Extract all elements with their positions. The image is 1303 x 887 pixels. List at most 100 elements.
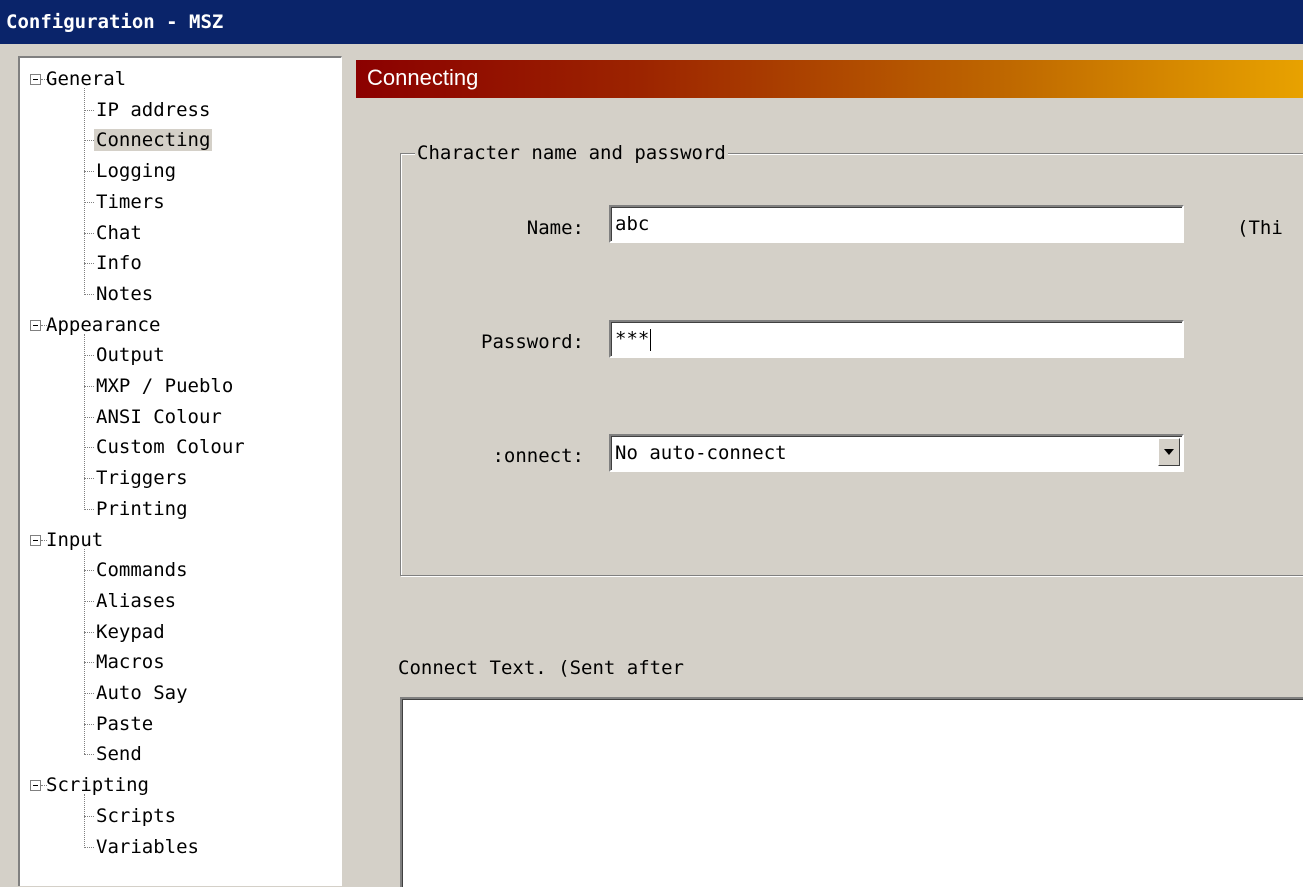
tree-item-label: Macros	[96, 651, 165, 674]
tree-collapse-icon[interactable]	[30, 534, 41, 546]
tree-connector	[84, 232, 94, 234]
tree-connector	[84, 88, 85, 294]
tree-connector	[84, 263, 94, 265]
connect-label: :onnect:	[492, 445, 584, 467]
tree-item-label: ANSI Colour	[96, 405, 222, 428]
text-caret	[650, 328, 652, 351]
tree-group-label: Scripting	[46, 774, 149, 797]
tree-item-ip-address[interactable]: IP address	[94, 97, 212, 123]
tree-group-general[interactable]: General	[44, 66, 128, 92]
panel-header: Connecting	[356, 60, 1303, 98]
tree-group-label: Appearance	[46, 313, 161, 336]
tree-item-label: Paste	[96, 712, 154, 735]
tree-item-chat[interactable]: Chat	[94, 220, 144, 246]
tree-collapse-icon[interactable]	[30, 780, 41, 792]
tree-item-commands[interactable]: Commands	[94, 557, 190, 583]
tree-connector	[84, 293, 94, 295]
name-label: Name:	[526, 217, 584, 239]
name-note: (Thi	[1237, 217, 1283, 239]
tree-connector	[84, 140, 94, 142]
tree-item-label: Send	[96, 743, 142, 766]
tree-item-label: Aliases	[96, 589, 177, 612]
tree-connector	[84, 201, 94, 203]
tree-connector	[84, 794, 85, 846]
tree-item-label: Timers	[96, 190, 165, 213]
password-label: Password:	[481, 331, 584, 353]
tree-connector	[84, 846, 94, 848]
tree-collapse-icon[interactable]	[30, 319, 41, 331]
tree-group-input[interactable]: Input	[44, 527, 105, 553]
tree-item-send[interactable]: Send	[94, 741, 144, 767]
connect-dropdown[interactable]: No auto-connect	[609, 434, 1184, 472]
tree-item-mxp-pueblo[interactable]: MXP / Pueblo	[94, 373, 235, 399]
tree-group-label: General	[46, 68, 127, 90]
tree-connector	[84, 693, 94, 694]
tree-connector	[84, 508, 94, 510]
tree-item-label: Auto Say	[96, 682, 188, 704]
tree-item-connecting[interactable]: Connecting	[94, 127, 213, 153]
tree-item-auto-say[interactable]: Auto Say	[94, 680, 190, 706]
tree-item-scripts[interactable]: Scripts	[94, 803, 178, 829]
tree-item-label: Triggers	[96, 467, 188, 490]
tree-group-scripting[interactable]: Scripting	[44, 772, 151, 798]
tree-item-triggers[interactable]: Triggers	[94, 465, 190, 491]
password-input[interactable]: ***	[609, 320, 1184, 358]
tree-item-notes[interactable]: Notes	[94, 281, 155, 307]
name-input[interactable]: abc	[609, 205, 1184, 243]
tree-group-label: Input	[46, 528, 104, 551]
tree-item-variables[interactable]: Variables	[94, 834, 201, 860]
tree-connector	[84, 355, 94, 357]
tree-item-ansi-colour[interactable]: ANSI Colour	[94, 404, 224, 430]
tree-item-label: Scripts	[96, 804, 177, 827]
tree-item-timers[interactable]: Timers	[94, 189, 167, 215]
tree-connector	[84, 478, 94, 480]
tree-item-label: Commands	[96, 559, 188, 582]
tree-item-label: IP address	[96, 98, 211, 121]
tree-item-aliases[interactable]: Aliases	[94, 588, 178, 614]
name-input-value: abc	[615, 213, 650, 235]
tree-item-label: Connecting	[94, 129, 213, 152]
tree-item-output[interactable]: Output	[94, 342, 167, 368]
tree-connector	[84, 548, 85, 754]
tree-item-label: Custom Colour	[96, 436, 245, 459]
tree-group-appearance[interactable]: Appearance	[44, 312, 162, 338]
configuration-window: Configuration - MSZ General IP address Con…	[0, 0, 1303, 887]
tree-connector	[84, 815, 94, 817]
tree-connector	[84, 662, 94, 664]
groupbox-title: Character name and password	[415, 140, 728, 166]
connect-text-area[interactable]	[400, 697, 1303, 887]
tree-item-label: Output	[96, 344, 165, 367]
connect-text-label: Connect Text. (Sent after	[398, 657, 684, 679]
tree-item-custom-colour[interactable]: Custom Colour	[94, 434, 247, 460]
tree-connector	[84, 754, 94, 756]
tree-item-paste[interactable]: Paste	[94, 711, 155, 737]
tree-item-macros[interactable]: Macros	[94, 649, 167, 675]
password-input-value: ***	[615, 328, 650, 350]
tree-connector	[84, 416, 94, 418]
tree-item-label: Keypad	[96, 620, 165, 643]
tree-connector	[84, 570, 94, 572]
tree-connector	[84, 333, 85, 509]
connect-dropdown-value: No auto-connect	[615, 442, 787, 464]
tree-collapse-icon[interactable]	[30, 74, 41, 85]
tree-item-printing[interactable]: Printing	[94, 496, 190, 522]
tree-connector	[84, 447, 94, 449]
tree-connector	[84, 386, 94, 387]
tree-item-label: Printing	[96, 497, 188, 520]
tree-item-logging[interactable]: Logging	[94, 158, 178, 184]
tree-item-label: Variables	[96, 835, 199, 858]
tree-connector	[84, 723, 94, 725]
tree-connector	[84, 631, 94, 633]
chevron-down-icon[interactable]	[1158, 438, 1180, 466]
tree-connector	[84, 171, 94, 173]
tree-item-label: Notes	[96, 282, 154, 305]
tree-connector	[84, 600, 94, 602]
tree-item-keypad[interactable]: Keypad	[94, 619, 167, 645]
tree-item-info[interactable]: Info	[94, 250, 144, 276]
category-tree[interactable]: General IP address Connecting Logging Timers…	[18, 56, 342, 886]
tree-item-label: Info	[96, 252, 142, 275]
tree-item-label: MXP / Pueblo	[96, 375, 234, 397]
tree-item-label: Logging	[96, 160, 177, 183]
window-title[interactable]: Configuration - MSZ	[0, 0, 1303, 44]
tree-item-label: Chat	[96, 221, 142, 244]
